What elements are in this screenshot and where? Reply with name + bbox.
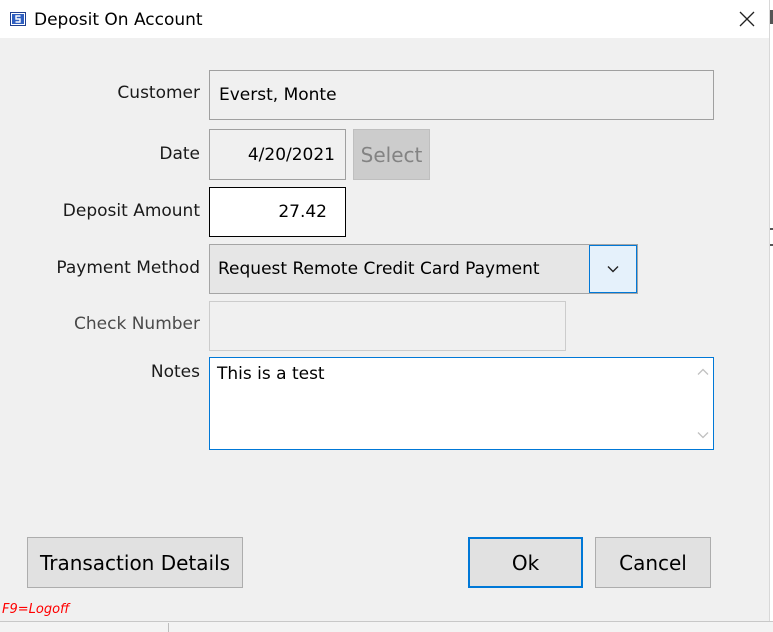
- payment-method-value: Request Remote Credit Card Payment: [218, 259, 540, 279]
- scroll-down-icon[interactable]: [697, 431, 709, 439]
- notes-textarea[interactable]: This is a test: [209, 357, 714, 450]
- notes-scrollbar[interactable]: [693, 358, 713, 449]
- payment-method-dropdown-button[interactable]: [589, 245, 637, 293]
- payment-method-label: Payment Method: [56, 258, 200, 278]
- chevron-down-icon: [607, 266, 619, 273]
- notes-text: This is a test: [217, 364, 325, 384]
- ok-button[interactable]: Ok: [468, 537, 583, 588]
- logoff-hint: F9=Logoff: [2, 602, 70, 617]
- transaction-details-button[interactable]: Transaction Details: [27, 537, 243, 588]
- deposit-dialog: Deposit On Account Customer Everst, Mont…: [0, 0, 770, 621]
- title-bar: Deposit On Account: [0, 0, 769, 38]
- check-number-label: Check Number: [74, 314, 200, 334]
- deposit-amount-label: Deposit Amount: [62, 201, 200, 221]
- payment-method-select[interactable]: Request Remote Credit Card Payment: [209, 244, 638, 294]
- window-title: Deposit On Account: [34, 10, 203, 30]
- close-icon: [739, 11, 754, 27]
- notes-label: Notes: [150, 362, 200, 382]
- date-field[interactable]: 4/20/2021: [209, 129, 346, 180]
- cancel-button[interactable]: Cancel: [595, 537, 711, 588]
- check-number-field: [209, 301, 566, 351]
- background-window-strip: [0, 621, 773, 632]
- date-label: Date: [159, 144, 200, 164]
- customer-field: Everst, Monte: [209, 70, 714, 120]
- app-icon: [10, 12, 26, 26]
- scroll-up-icon[interactable]: [697, 368, 709, 376]
- close-button[interactable]: [724, 0, 769, 38]
- deposit-amount-input[interactable]: 27.42: [209, 187, 346, 237]
- customer-label: Customer: [117, 83, 200, 103]
- select-date-button[interactable]: Select: [353, 129, 430, 180]
